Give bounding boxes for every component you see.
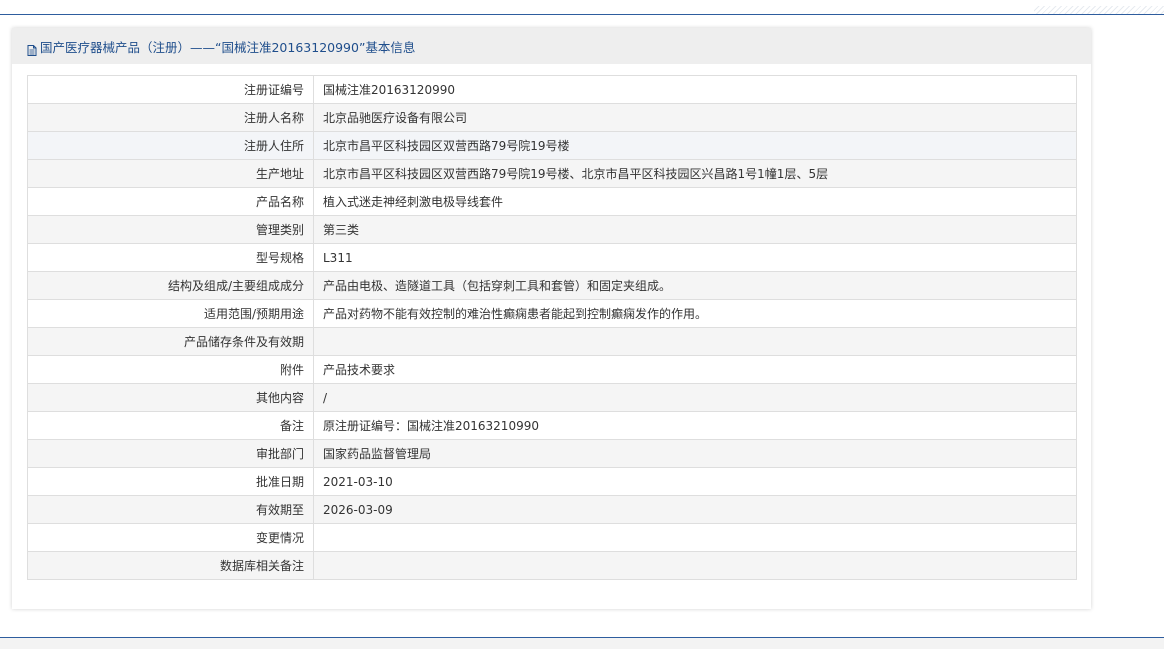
field-label: 其他内容 (27, 383, 314, 412)
table-row: 注册证编号 国械注准20163120990 (27, 75, 1077, 104)
field-label: 有效期至 (27, 495, 314, 524)
top-rule (0, 0, 1164, 15)
field-label: 审批部门 (27, 439, 314, 468)
field-label: 结构及组成/主要组成成分 (27, 271, 314, 300)
field-value: 北京市昌平区科技园区双营西路79号院19号楼、北京市昌平区科技园区兴昌路1号1幢… (313, 159, 1077, 188)
field-value: 植入式迷走神经刺激电极导线套件 (313, 187, 1077, 216)
field-label: 注册人住所 (27, 131, 314, 160)
panel-header: 国产医疗器械产品（注册）——“国械注准20163120990”基本信息 (12, 28, 1091, 64)
field-value: 国械注准20163120990 (313, 75, 1077, 104)
field-value (313, 327, 1077, 356)
field-value (313, 523, 1077, 552)
table-row: 审批部门 国家药品监督管理局 (27, 439, 1077, 468)
table-row: 数据库相关备注 (27, 551, 1077, 580)
field-value: 北京品驰医疗设备有限公司 (313, 103, 1077, 132)
table-row: 变更情况 (27, 523, 1077, 552)
table-row: 备注 原注册证编号：国械注准20163210990 (27, 411, 1077, 440)
field-label: 附件 (27, 355, 314, 384)
table-row: 适用范围/预期用途 产品对药物不能有效控制的难治性癫痫患者能起到控制癫痫发作的作用… (27, 299, 1077, 328)
table-row: 其他内容 / (27, 383, 1077, 412)
bottom-rule (0, 637, 1164, 649)
field-value: 产品技术要求 (313, 355, 1077, 384)
field-label: 注册证编号 (27, 75, 314, 104)
info-table: 注册证编号 国械注准20163120990 注册人名称 北京品驰医疗设备有限公司 注册人… (27, 75, 1077, 580)
table-row: 型号规格 L311 (27, 243, 1077, 272)
document-icon (27, 41, 37, 56)
table-row: 结构及组成/主要组成成分 产品由电极、造隧道工具（包括穿刺工具和套管）和固定夹组成… (27, 271, 1077, 300)
field-label: 生产地址 (27, 159, 314, 188)
field-label: 批准日期 (27, 467, 314, 496)
field-value: 2026-03-09 (313, 495, 1077, 524)
field-label: 变更情况 (27, 523, 314, 552)
field-value: / (313, 383, 1077, 412)
field-value: 第三类 (313, 215, 1077, 244)
field-value: 北京市昌平区科技园区双营西路79号院19号楼 (313, 131, 1077, 160)
field-label: 适用范围/预期用途 (27, 299, 314, 328)
table-row: 附件 产品技术要求 (27, 355, 1077, 384)
field-value: 产品由电极、造隧道工具（包括穿刺工具和套管）和固定夹组成。 (313, 271, 1077, 300)
table-row: 管理类别 第三类 (27, 215, 1077, 244)
field-label: 型号规格 (27, 243, 314, 272)
field-value: 2021-03-10 (313, 467, 1077, 496)
table-row: 批准日期 2021-03-10 (27, 467, 1077, 496)
panel-title: 国产医疗器械产品（注册）——“国械注准20163120990”基本信息 (40, 39, 416, 55)
field-label: 数据库相关备注 (27, 551, 314, 580)
table-row: 生产地址 北京市昌平区科技园区双营西路79号院19号楼、北京市昌平区科技园区兴昌路… (27, 159, 1077, 188)
info-panel: 国产医疗器械产品（注册）——“国械注准20163120990”基本信息 注册证编… (12, 28, 1091, 609)
table-row: 注册人住所 北京市昌平区科技园区双营西路79号院19号楼 (27, 131, 1077, 160)
top-stripe-decoration (1034, 6, 1164, 14)
table-row: 注册人名称 北京品驰医疗设备有限公司 (27, 103, 1077, 132)
field-label: 备注 (27, 411, 314, 440)
field-label: 产品储存条件及有效期 (27, 327, 314, 356)
field-value: L311 (313, 243, 1077, 272)
field-label: 管理类别 (27, 215, 314, 244)
table-row: 产品储存条件及有效期 (27, 327, 1077, 356)
field-label: 产品名称 (27, 187, 314, 216)
field-value (313, 551, 1077, 580)
field-label: 注册人名称 (27, 103, 314, 132)
table-row: 有效期至 2026-03-09 (27, 495, 1077, 524)
field-value: 原注册证编号：国械注准20163210990 (313, 411, 1077, 440)
field-value: 国家药品监督管理局 (313, 439, 1077, 468)
field-value: 产品对药物不能有效控制的难治性癫痫患者能起到控制癫痫发作的作用。 (313, 299, 1077, 328)
table-row: 产品名称 植入式迷走神经刺激电极导线套件 (27, 187, 1077, 216)
